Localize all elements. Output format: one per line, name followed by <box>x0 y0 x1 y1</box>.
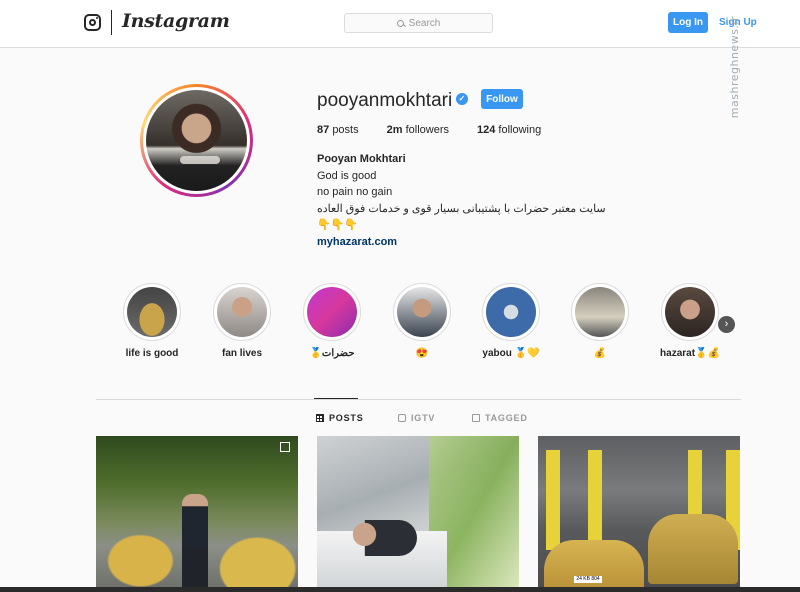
highlight-cover <box>127 287 177 337</box>
post-photo-subject <box>182 494 208 592</box>
bio-line-persian: سایت معتبر حضرات با پشتیبانی بسیار قوی و… <box>317 202 606 215</box>
highlight-item[interactable]: 💰 <box>560 283 640 359</box>
top-navigation-bar: Instagram Search Log In Sign Up <box>0 0 800 48</box>
bio-emoji-line: 👇👇👇 <box>317 219 359 231</box>
login-button[interactable]: Log In <box>668 12 708 33</box>
highlight-label: حضرات🥇 <box>309 348 355 359</box>
search-placeholder: Search <box>408 17 441 29</box>
profile-bio: Pooyan Mokhtari God is good no pain no g… <box>317 151 617 250</box>
grid-icon <box>316 414 324 422</box>
post-photo-subject <box>347 520 417 556</box>
instagram-camera-icon[interactable] <box>84 14 101 31</box>
profile-username: pooyanmokhtari <box>317 90 453 111</box>
highlight-item[interactable]: fan lives <box>202 283 282 359</box>
active-tab-indicator <box>314 398 358 399</box>
follow-button[interactable]: Follow <box>481 89 523 109</box>
tab-igtv[interactable]: IGTV <box>398 413 435 423</box>
avatar-image <box>146 90 247 191</box>
bio-website-link[interactable]: myhazarat.com <box>317 234 617 251</box>
verified-badge-icon: ✓ <box>456 93 468 105</box>
bio-line: no pain no gain <box>317 186 393 198</box>
highlight-label: 💰 <box>593 348 607 359</box>
post-thumbnail[interactable] <box>96 436 298 592</box>
search-input[interactable]: Search <box>344 13 493 33</box>
highlight-label: 😍 <box>415 348 429 359</box>
highlight-cover <box>665 287 715 337</box>
license-plate: 24 KB 804 <box>574 576 602 583</box>
highlight-cover <box>575 287 625 337</box>
highlight-item[interactable]: 😍 <box>382 283 462 359</box>
following-count[interactable]: 124 following <box>477 124 541 136</box>
highlight-label: hazarat🥇💰 <box>660 348 720 359</box>
logo-separator <box>111 10 112 35</box>
post-photo-subject <box>544 540 644 592</box>
highlight-cover <box>217 287 267 337</box>
highlight-cover <box>486 287 536 337</box>
highlight-item[interactable]: life is good <box>112 283 192 359</box>
posts-count: 87 posts <box>317 124 359 136</box>
highlight-item[interactable]: yabou 🥇💛 <box>471 283 551 359</box>
story-highlights: life is good fan lives حضرات🥇 😍 yabou 🥇💛… <box>0 283 800 373</box>
highlight-label: life is good <box>125 348 179 359</box>
tab-posts[interactable]: POSTS <box>316 413 364 423</box>
post-thumbnail[interactable] <box>317 436 519 592</box>
bio-line: God is good <box>317 169 377 182</box>
site-watermark: mashreghnews.ir <box>728 16 741 119</box>
followers-count[interactable]: 2m followers <box>387 124 449 136</box>
highlight-item[interactable]: حضرات🥇 <box>292 283 372 359</box>
profile-full-name: Pooyan Mokhtari <box>317 153 406 165</box>
profile-avatar[interactable] <box>140 84 253 197</box>
highlight-cover <box>397 287 447 337</box>
tag-icon <box>472 414 480 422</box>
chevron-right-icon[interactable]: › <box>718 316 735 333</box>
instagram-wordmark[interactable]: Instagram <box>122 10 230 32</box>
igtv-icon <box>398 414 406 422</box>
post-thumbnail[interactable]: 24 KB 804 <box>538 436 740 592</box>
bottom-edge <box>0 587 800 592</box>
highlight-cover <box>307 287 357 337</box>
highlight-label: yabou 🥇💛 <box>482 348 540 359</box>
tab-tagged[interactable]: TAGGED <box>472 413 528 423</box>
search-icon <box>396 19 404 27</box>
multiple-photos-icon <box>280 442 290 452</box>
profile-stats: 87 posts 2m followers 124 following <box>317 124 569 136</box>
highlight-label: fan lives <box>221 348 263 359</box>
tab-divider <box>96 399 741 400</box>
